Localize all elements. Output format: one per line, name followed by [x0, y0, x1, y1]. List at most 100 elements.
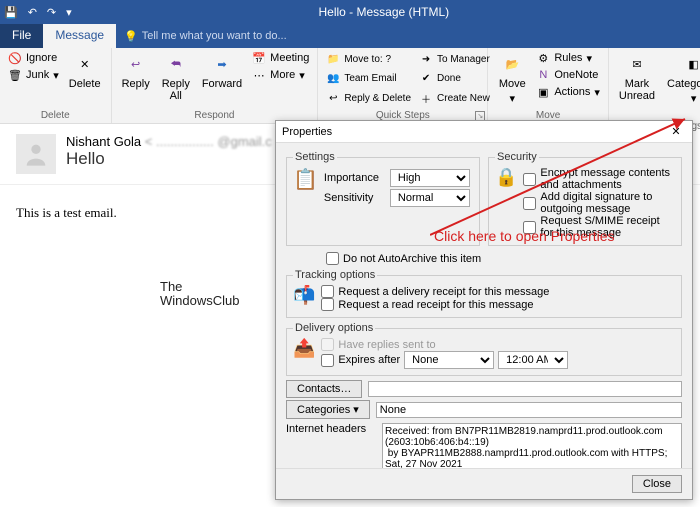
contacts-field[interactable]: [368, 381, 682, 397]
sensitivity-select[interactable]: Normal: [390, 189, 470, 207]
chevron-down-icon: ▾: [53, 69, 59, 82]
tab-file[interactable]: File: [0, 24, 43, 48]
dialog-title: Properties: [282, 126, 666, 138]
chevron-down-icon: ▾: [299, 69, 305, 82]
tracking-fieldset: Tracking options 📬 Request a delivery re…: [286, 269, 682, 318]
folder-icon: 📁: [326, 53, 340, 67]
forward-button[interactable]: ➡Forward: [198, 50, 246, 108]
junk-icon: 🗑: [8, 68, 22, 82]
sign-checkbox[interactable]: [523, 197, 536, 210]
tell-me-search[interactable]: 💡 Tell me what you want to do...: [116, 24, 295, 48]
dialog-titlebar[interactable]: Properties ✕: [276, 121, 692, 143]
importance-label: Importance: [324, 172, 384, 184]
reply-all-icon: ⮪: [164, 52, 188, 76]
more-icon: ⋯: [252, 68, 266, 82]
properties-dialog: Properties ✕ Settings 📋 Importance High S…: [275, 120, 693, 500]
group-delete: 🚫Ignore 🗑Junk▾ ✕ Delete Delete: [0, 48, 112, 123]
internet-headers-textarea[interactable]: [382, 423, 682, 468]
delivery-icon: 📤: [293, 338, 315, 369]
close-button[interactable]: Close: [632, 475, 682, 493]
chevron-down-icon: ▾: [586, 52, 592, 65]
junk-button[interactable]: 🗑Junk▾: [6, 67, 61, 83]
new-icon: ＋: [419, 91, 433, 105]
onenote-button[interactable]: NOneNote: [534, 67, 602, 83]
categories-field[interactable]: [376, 402, 682, 418]
onenote-icon: N: [536, 68, 550, 82]
sender-name: Nishant Gola: [66, 134, 141, 149]
settings-legend: Settings: [293, 151, 337, 163]
delivery-legend: Delivery options: [293, 322, 375, 334]
tracking-legend: Tracking options: [293, 269, 377, 281]
sensitivity-label: Sensitivity: [324, 192, 384, 204]
forward-icon: ➡: [210, 52, 234, 76]
quickstep-tomanager[interactable]: ➜To Manager: [417, 50, 492, 69]
move-icon: 📂: [500, 52, 524, 76]
tab-message[interactable]: Message: [43, 24, 116, 48]
delete-icon: ✕: [73, 52, 97, 76]
reply-all-button[interactable]: ⮪Reply All: [158, 50, 194, 108]
properties-icon: 📋: [293, 167, 318, 209]
categorize-icon: ◧: [682, 52, 700, 76]
actions-button[interactable]: ▣Actions▾: [534, 84, 602, 100]
undo-icon[interactable]: ↶: [28, 6, 37, 19]
autoarchive-checkbox[interactable]: [326, 252, 339, 265]
title-bar: 💾 ↶ ↷ ▾ Hello - Message (HTML): [0, 0, 700, 24]
security-legend: Security: [495, 151, 539, 163]
quick-access-toolbar: 💾 ↶ ↷ ▾: [4, 6, 72, 19]
group-label-delete: Delete: [6, 108, 105, 123]
meeting-button[interactable]: 📅Meeting: [250, 50, 311, 66]
reply-icon: ↩: [124, 52, 148, 76]
meeting-icon: 📅: [252, 51, 266, 65]
contacts-button[interactable]: Contacts…: [286, 380, 362, 398]
rules-icon: ⚙: [536, 51, 550, 65]
delete-button[interactable]: ✕ Delete: [65, 50, 105, 108]
more-respond-button[interactable]: ⋯More▾: [250, 67, 311, 83]
ignore-icon: 🚫: [8, 51, 22, 65]
group-tags: ✉Mark Unread ◧Categorize▾ ⚑Follow Up▾ Ta…: [609, 48, 700, 123]
group-quicksteps: 📁Move to: ? ➜To Manager 👥Team Email ✔Don…: [318, 48, 488, 123]
delivery-receipt-checkbox[interactable]: [321, 285, 334, 298]
manager-icon: ➜: [419, 53, 433, 67]
save-icon[interactable]: 💾: [4, 6, 18, 19]
message-subject: Hello: [66, 149, 272, 169]
replies-checkbox: [321, 338, 334, 351]
expires-checkbox[interactable]: [321, 354, 334, 367]
tell-me-placeholder: Tell me what you want to do...: [142, 30, 287, 42]
redo-icon[interactable]: ↷: [47, 6, 56, 19]
watermark: The WindowsClub: [160, 280, 239, 309]
callout-text: Click here to open Properties: [434, 228, 615, 244]
ignore-button[interactable]: 🚫Ignore: [6, 50, 61, 66]
move-button[interactable]: 📂Move▾: [494, 50, 530, 108]
headers-label: Internet headers: [286, 423, 376, 435]
delivery-fieldset: Delivery options 📤 Have replies sent to …: [286, 322, 682, 376]
ribbon: 🚫Ignore 🗑Junk▾ ✕ Delete Delete ↩Reply ⮪R…: [0, 48, 700, 124]
receipt-icon: 📬: [293, 285, 315, 311]
importance-select[interactable]: High: [390, 169, 470, 187]
actions-icon: ▣: [536, 85, 550, 99]
chevron-down-icon: ▾: [510, 92, 516, 105]
quickstep-moveto[interactable]: 📁Move to: ?: [324, 50, 413, 69]
categorize-button[interactable]: ◧Categorize▾: [663, 50, 700, 119]
encrypt-checkbox[interactable]: [523, 173, 536, 186]
window-title: Hello - Message (HTML): [72, 5, 696, 19]
rules-button[interactable]: ⚙Rules▾: [534, 50, 602, 66]
reply-button[interactable]: ↩Reply: [118, 50, 154, 108]
chevron-down-icon: ▾: [691, 92, 697, 105]
expires-date-select[interactable]: None: [404, 351, 494, 369]
read-receipt-checkbox[interactable]: [321, 298, 334, 311]
person-icon: [22, 140, 50, 168]
done-icon: ✔: [419, 72, 433, 86]
categories-button[interactable]: Categories ▾: [286, 400, 370, 419]
quickstep-teamemail[interactable]: 👥Team Email: [324, 69, 413, 88]
mark-unread-button[interactable]: ✉Mark Unread: [615, 50, 659, 119]
close-icon[interactable]: ✕: [666, 125, 686, 138]
group-move: 📂Move▾ ⚙Rules▾ NOneNote ▣Actions▾ Move: [488, 48, 609, 123]
quickstep-createnew[interactable]: ＋Create New: [417, 89, 492, 108]
quickstep-done[interactable]: ✔Done: [417, 69, 492, 88]
envelope-icon: ✉: [625, 52, 649, 76]
replydelete-icon: ↩: [326, 91, 340, 105]
expires-time-select[interactable]: 12:00 AM: [498, 351, 568, 369]
team-icon: 👥: [326, 72, 340, 86]
avatar: [16, 134, 56, 174]
quickstep-replydelete[interactable]: ↩Reply & Delete: [324, 89, 413, 108]
